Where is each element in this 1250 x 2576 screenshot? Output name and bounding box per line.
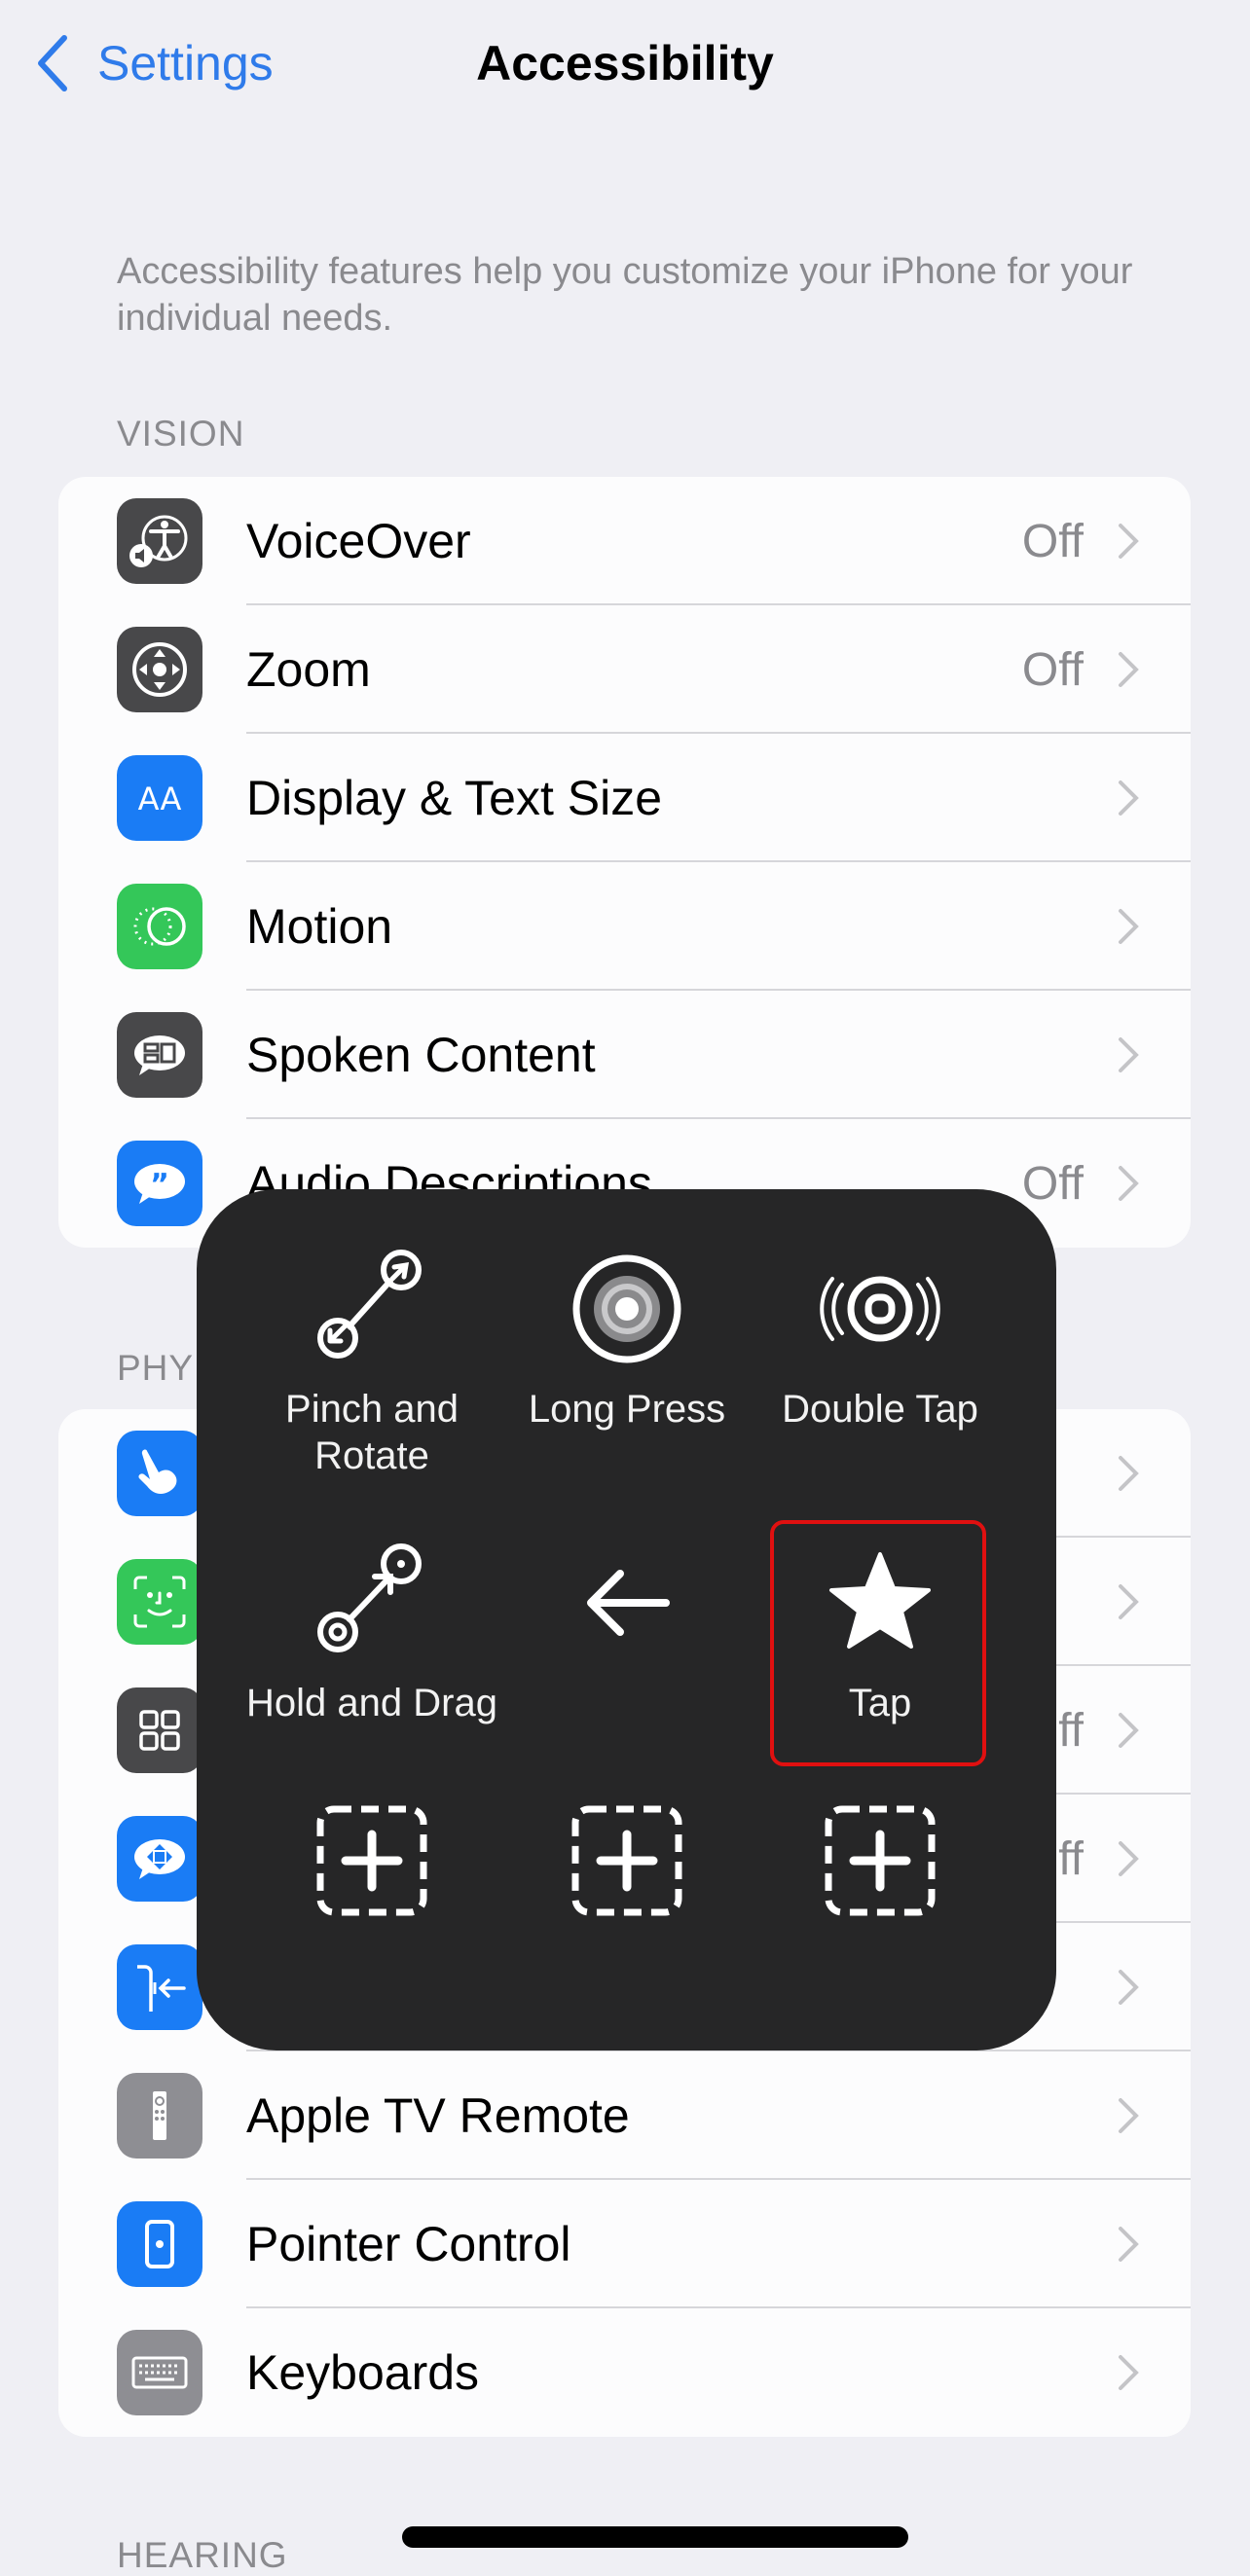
chevron-right-icon <box>1119 1456 1139 1491</box>
chevron-right-icon <box>1119 2355 1139 2390</box>
text-size-icon: AA <box>117 755 202 841</box>
chevron-right-icon <box>1119 1584 1139 1619</box>
row-spoken-content[interactable]: Spoken Content <box>58 991 1191 1119</box>
tv-remote-icon <box>117 2073 202 2159</box>
add-icon <box>564 1797 690 1924</box>
row-apple-tv-remote[interactable]: Apple TV Remote <box>58 2051 1191 2180</box>
keyboard-icon <box>117 2330 202 2415</box>
selected-item-highlight <box>770 1520 986 1766</box>
chevron-right-icon <box>1119 2227 1139 2262</box>
pointer-control-icon <box>117 2201 202 2287</box>
row-value: ff <box>1058 1832 1084 1885</box>
menu-item-label: Pinch and Rotate <box>285 1388 459 1477</box>
chevron-right-icon <box>1119 2098 1139 2133</box>
menu-item-hold-drag[interactable]: Hold and Drag <box>245 1540 498 1726</box>
menu-item-add-1[interactable] <box>245 1797 498 1924</box>
long-press-icon <box>564 1246 690 1372</box>
row-voiceover[interactable]: VoiceOver Off <box>58 477 1191 605</box>
chevron-right-icon <box>1119 1970 1139 2005</box>
row-label: Keyboards <box>246 2345 480 2400</box>
row-label: Motion <box>246 899 393 954</box>
menu-item-pinch-rotate[interactable]: Pinch and Rotate <box>245 1246 498 1479</box>
section-header-vision: VISION <box>117 414 245 454</box>
row-keyboards[interactable]: Keyboards <box>58 2308 1191 2437</box>
assistive-touch-menu: Pinch and Rotate Long Press Double Tap H… <box>197 1189 1056 2050</box>
chevron-right-icon <box>1119 1037 1139 1072</box>
spoken-content-icon <box>117 1012 202 1098</box>
double-tap-icon <box>817 1246 943 1372</box>
row-pointer-control[interactable]: Pointer Control <box>58 2180 1191 2308</box>
row-label: Spoken Content <box>246 1028 596 1082</box>
section-header-hearing: HEARING <box>117 2535 288 2575</box>
menu-item-back[interactable] <box>500 1540 754 1680</box>
switch-control-icon <box>117 1687 202 1773</box>
svg-text:AA: AA <box>138 780 182 817</box>
menu-item-double-tap[interactable]: Double Tap <box>754 1246 1007 1433</box>
row-label: Display & Text Size <box>246 771 663 825</box>
section-header-physical: PHY <box>117 1348 195 1388</box>
menu-item-label: Double Tap <box>782 1388 978 1431</box>
row-value: Off <box>1021 1157 1084 1210</box>
voiceover-icon <box>117 498 202 584</box>
description-text: Accessibility features help you customiz… <box>117 251 1133 339</box>
menu-item-label: Long Press <box>528 1388 726 1431</box>
chevron-right-icon <box>1119 909 1139 944</box>
voice-control-icon <box>117 1816 202 1902</box>
chevron-right-icon <box>1119 652 1139 687</box>
row-value: Off <box>1021 515 1084 567</box>
menu-item-add-2[interactable] <box>500 1797 754 1924</box>
pinch-rotate-icon <box>309 1246 435 1372</box>
motion-icon <box>117 884 202 969</box>
row-motion[interactable]: Motion <box>58 862 1191 991</box>
audio-descriptions-icon: ” <box>117 1141 202 1226</box>
menu-item-long-press[interactable]: Long Press <box>500 1246 754 1433</box>
row-label: Pointer Control <box>246 2217 571 2271</box>
menu-item-add-3[interactable] <box>754 1797 1007 1924</box>
chevron-right-icon <box>1119 524 1139 559</box>
chevron-right-icon <box>1119 1166 1139 1201</box>
row-value: ff <box>1058 1704 1084 1757</box>
chevron-right-icon <box>1119 1841 1139 1876</box>
home-indicator[interactable] <box>402 2526 908 2548</box>
svg-text:”: ” <box>150 1168 169 1202</box>
add-icon <box>817 1797 943 1924</box>
menu-item-label: Hold and Drag <box>246 1682 497 1724</box>
zoom-icon <box>117 627 202 712</box>
hold-drag-icon <box>309 1540 435 1666</box>
row-display-text-size[interactable]: AA Display & Text Size <box>58 734 1191 862</box>
row-label: Apple TV Remote <box>246 2088 630 2143</box>
face-id-icon <box>117 1559 202 1645</box>
row-zoom[interactable]: Zoom Off <box>58 605 1191 734</box>
chevron-right-icon <box>1119 780 1139 816</box>
touch-icon <box>117 1431 202 1516</box>
vision-card: VoiceOver Off Zoom Off AA Display & Text… <box>58 477 1191 1248</box>
row-label: Zoom <box>246 642 371 697</box>
row-value: Off <box>1021 643 1084 696</box>
add-icon <box>309 1797 435 1924</box>
chevron-right-icon <box>1119 1713 1139 1748</box>
page-title: Accessibility <box>476 36 774 91</box>
row-label: VoiceOver <box>246 514 471 568</box>
back-arrow-icon <box>564 1540 690 1666</box>
side-button-icon <box>117 1944 202 2030</box>
